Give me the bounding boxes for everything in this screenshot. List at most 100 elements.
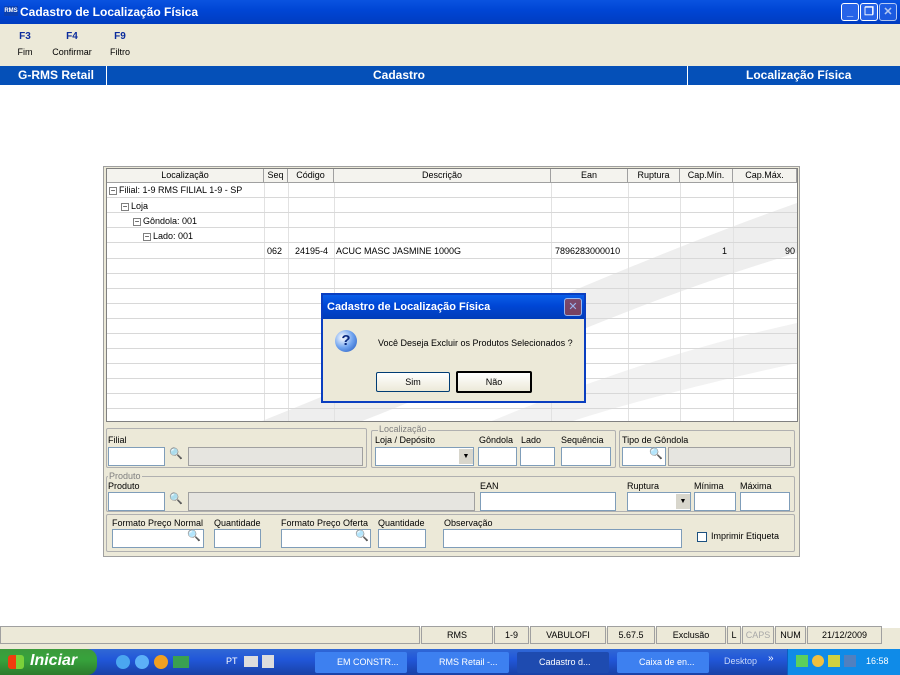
quantidade-label: Quantidade	[378, 518, 425, 528]
confirm-dialog: Cadastro de Localização Física ✕ ? Você …	[321, 293, 586, 403]
tray-icon[interactable]	[796, 655, 808, 667]
cell-capmin[interactable]: 1	[722, 246, 727, 256]
windows-logo-icon	[8, 655, 24, 669]
filial-name-field	[188, 447, 363, 466]
collapse-icon[interactable]: −	[121, 202, 129, 211]
lado-label: Lado	[521, 435, 542, 445]
cell-seq[interactable]: 062	[267, 246, 282, 256]
fkey-label: F3	[19, 31, 31, 42]
quicklaunch-icon[interactable]	[116, 655, 130, 669]
media-icon[interactable]	[154, 655, 168, 669]
binoculars-icon[interactable]: 🔍	[649, 447, 663, 460]
fkey-confirmar[interactable]: F4 Confirmar	[47, 31, 97, 57]
divider	[107, 242, 797, 243]
desktop-toolbar[interactable]: Desktop	[724, 656, 757, 666]
minima-input[interactable]	[694, 492, 736, 511]
maximize-button[interactable]: ❐	[860, 3, 878, 21]
fkey-text: Filtro	[110, 47, 130, 57]
cell-ean[interactable]: 7896283000010	[555, 246, 620, 256]
dialog-close-icon[interactable]: ✕	[564, 298, 582, 316]
divider	[687, 66, 688, 85]
produto-code-input[interactable]	[108, 492, 165, 511]
tree-node-loja[interactable]: − Loja	[121, 201, 148, 211]
close-button[interactable]: ✕	[879, 3, 897, 21]
divider	[107, 273, 797, 274]
cell-capmax[interactable]: 90	[785, 246, 795, 256]
quantidade-oferta-input[interactable]	[378, 529, 426, 548]
task-rms-retail[interactable]: RMS Retail -...	[417, 652, 509, 673]
col-capmin[interactable]: Cap.Mín.	[680, 169, 733, 183]
tree-node-lado[interactable]: − Lado: 001	[143, 231, 193, 241]
browser-icon[interactable]	[135, 655, 149, 669]
chevron-down-icon[interactable]: ▼	[676, 494, 690, 509]
col-codigo[interactable]: Código	[288, 169, 334, 183]
col-localizacao[interactable]: Localização	[107, 169, 264, 183]
lado-input[interactable]	[520, 447, 555, 466]
task-caixa[interactable]: Caixa de en...	[617, 652, 709, 673]
maxima-input[interactable]	[740, 492, 790, 511]
collapse-icon[interactable]: −	[109, 186, 117, 195]
task-cadastro[interactable]: Cadastro d...	[517, 652, 609, 673]
collapse-icon[interactable]: −	[133, 217, 141, 226]
header-right: Localização Física	[746, 68, 852, 82]
binoculars-icon[interactable]: 🔍	[355, 529, 369, 542]
fkey-fim[interactable]: F3 Fim	[0, 31, 50, 57]
tray-icon[interactable]	[812, 655, 824, 667]
yes-button[interactable]: Sim	[376, 372, 450, 392]
tree-node-label: Gôndola: 001	[143, 216, 198, 226]
no-button[interactable]: Não	[456, 371, 532, 393]
dialog-message: Você Deseja Excluir os Produtos Selecion…	[378, 338, 573, 348]
rms-icon[interactable]	[173, 656, 189, 668]
observacao-input[interactable]	[443, 529, 682, 548]
fkey-label: F9	[114, 31, 126, 42]
dialog-title: Cadastro de Localização Física	[327, 301, 491, 313]
divider	[106, 66, 107, 85]
start-label: Iniciar	[30, 652, 78, 669]
start-button[interactable]: Iniciar	[0, 649, 97, 675]
chevron-right-icon[interactable]: »	[768, 653, 774, 664]
collapse-icon[interactable]: −	[143, 232, 151, 241]
language-indicator[interactable]: PT	[226, 656, 238, 666]
quantidade-normal-input[interactable]	[214, 529, 261, 548]
system-tray: 16:58	[787, 649, 900, 675]
tray-icon[interactable]	[828, 655, 840, 667]
task-em-constr[interactable]: EM CONSTR...	[315, 652, 407, 673]
tipo-gondola-name-field	[668, 447, 791, 466]
gondola-input[interactable]	[478, 447, 517, 466]
help-icon[interactable]	[262, 655, 274, 668]
imprimir-checkbox[interactable]	[697, 532, 707, 542]
window-title: Cadastro de Localização Física	[20, 5, 199, 19]
sequencia-input[interactable]	[561, 447, 611, 466]
tree-node-gondola[interactable]: − Gôndola: 001	[133, 216, 197, 226]
minimize-button[interactable]: _	[841, 3, 859, 21]
keyboard-icon[interactable]	[244, 656, 258, 667]
col-seq[interactable]: Seq	[264, 169, 288, 183]
binoculars-icon[interactable]: 🔍	[169, 492, 183, 505]
status-user: VABULOFI	[530, 626, 606, 644]
binoculars-icon[interactable]: 🔍	[169, 447, 183, 460]
fkey-text: Confirmar	[52, 47, 92, 57]
produto-name-field	[188, 492, 475, 511]
col-ean[interactable]: Ean	[551, 169, 628, 183]
tray-icon[interactable]	[844, 655, 856, 667]
produto-label: Produto	[108, 481, 140, 491]
status-empty	[0, 626, 420, 644]
col-ruptura[interactable]: Ruptura	[628, 169, 680, 183]
tree-node-filial[interactable]: − Filial: 1-9 RMS FILIAL 1-9 - SP	[109, 185, 242, 195]
fkey-filtro[interactable]: F9 Filtro	[95, 31, 145, 57]
ean-input[interactable]	[480, 492, 616, 511]
filial-code-input[interactable]	[108, 447, 165, 466]
question-icon: ?	[335, 330, 357, 352]
chevron-down-icon[interactable]: ▼	[459, 449, 473, 464]
localizacao-group-label: Localização	[378, 424, 428, 434]
observacao-label: Observação	[444, 518, 493, 528]
minima-label: Mínima	[694, 481, 724, 491]
cell-descricao[interactable]: ACUC MASC JASMINE 1000G	[336, 246, 461, 256]
binoculars-icon[interactable]: 🔍	[187, 529, 201, 542]
cell-codigo[interactable]: 24195-4	[295, 246, 328, 256]
col-descricao[interactable]: Descrição	[334, 169, 551, 183]
col-capmax[interactable]: Cap.Máx.	[733, 169, 797, 183]
clock[interactable]: 16:58	[866, 656, 889, 666]
ruptura-label: Ruptura	[627, 481, 660, 491]
divider	[107, 288, 797, 289]
